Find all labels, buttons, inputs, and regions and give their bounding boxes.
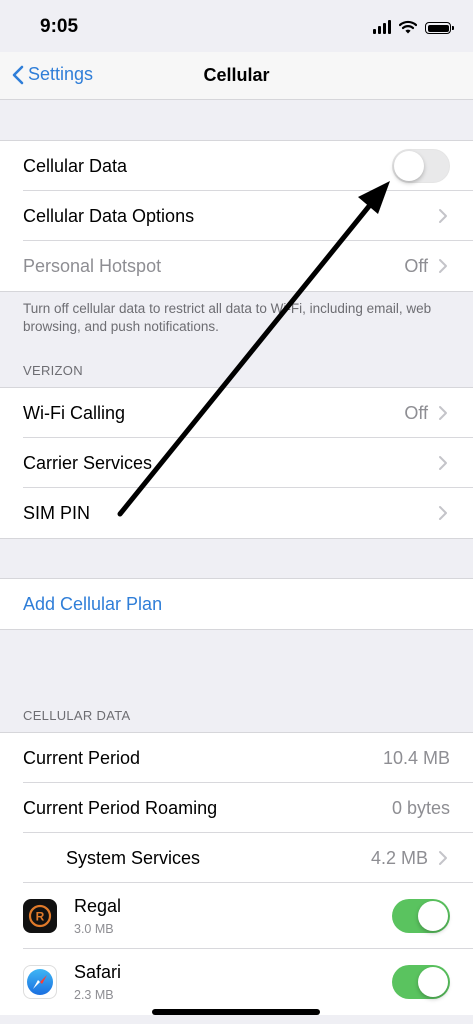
wifi-calling-row[interactable]: Wi-Fi Calling Off	[0, 388, 473, 438]
status-bar: 9:05	[0, 0, 473, 52]
wifi-calling-value: Off	[404, 402, 428, 423]
chevron-right-icon	[439, 506, 447, 520]
home-indicator	[152, 1009, 320, 1015]
add-plan-group: Add Cellular Plan	[0, 578, 473, 630]
cellular-data-options-label: Cellular Data Options	[23, 205, 195, 226]
chevron-right-icon	[439, 456, 447, 470]
current-period-roaming-label: Current Period Roaming	[23, 797, 218, 818]
carrier-group: Wi-Fi Calling Off Carrier Services SIM P…	[0, 387, 473, 539]
wifi-calling-label: Wi-Fi Calling	[23, 402, 126, 423]
app-name: Safari	[74, 962, 122, 982]
chevron-right-icon	[439, 851, 447, 865]
app-name: Regal	[74, 896, 122, 916]
app-data-usage: 2.3 MB	[74, 988, 114, 1002]
current-period-label: Current Period	[23, 747, 141, 768]
carrier-services-row[interactable]: Carrier Services	[0, 438, 473, 488]
sim-pin-row[interactable]: SIM PIN	[0, 488, 473, 538]
status-icons	[373, 18, 454, 34]
carrier-services-label: Carrier Services	[23, 452, 153, 473]
system-services-label: System Services	[66, 847, 201, 868]
cellular-data-toggle[interactable]	[392, 149, 450, 183]
app-data-usage: 3.0 MB	[74, 922, 114, 936]
personal-hotspot-label: Personal Hotspot	[23, 255, 162, 276]
cellular-main-group: Cellular Data Cellular Data Options Pers…	[0, 140, 473, 292]
page-title: Cellular	[203, 65, 270, 85]
add-cellular-plan-label: Add Cellular Plan	[23, 593, 163, 614]
wifi-icon	[399, 20, 417, 34]
cellular-data-footer: Turn off cellular data to restrict all d…	[23, 301, 432, 334]
safari-cellular-toggle[interactable]	[392, 965, 450, 999]
regal-cellular-toggle[interactable]	[392, 899, 450, 933]
current-period-roaming-value: 0 bytes	[391, 797, 450, 818]
usage-section-header: CELLULAR DATA	[23, 708, 131, 723]
chevron-right-icon	[439, 259, 447, 273]
signal-icon	[373, 20, 391, 34]
current-period-value: 10.4 MB	[382, 747, 450, 768]
cellular-data-label: Cellular Data	[23, 155, 128, 176]
current-period-row: Current Period 10.4 MB	[0, 733, 473, 783]
chevron-right-icon	[439, 406, 447, 420]
navigation-bar: Settings Cellular	[0, 52, 473, 100]
personal-hotspot-row[interactable]: Personal Hotspot Off	[0, 241, 473, 291]
system-services-value: 4.2 MB	[370, 847, 428, 868]
cellular-data-row: Cellular Data	[0, 141, 473, 191]
carrier-section-header: VERIZON	[23, 363, 83, 378]
personal-hotspot-value: Off	[404, 255, 428, 276]
status-time: 9:05	[40, 16, 79, 37]
cellular-data-options-row[interactable]: Cellular Data Options	[0, 191, 473, 241]
app-row-safari: Safari 2.3 MB	[0, 949, 473, 1015]
regal-app-icon: R	[23, 899, 57, 933]
chevron-right-icon	[439, 209, 447, 223]
current-period-roaming-row: Current Period Roaming 0 bytes	[0, 783, 473, 833]
sim-pin-label: SIM PIN	[23, 502, 91, 523]
add-cellular-plan-button[interactable]: Add Cellular Plan	[0, 579, 473, 629]
usage-group: Current Period 10.4 MB Current Period Ro…	[0, 732, 473, 1015]
safari-app-icon	[23, 965, 57, 999]
system-services-row[interactable]: System Services 4.2 MB	[0, 833, 473, 883]
svg-text:R: R	[36, 910, 45, 924]
battery-icon	[425, 22, 454, 34]
app-row-regal: R Regal 3.0 MB	[0, 883, 473, 949]
